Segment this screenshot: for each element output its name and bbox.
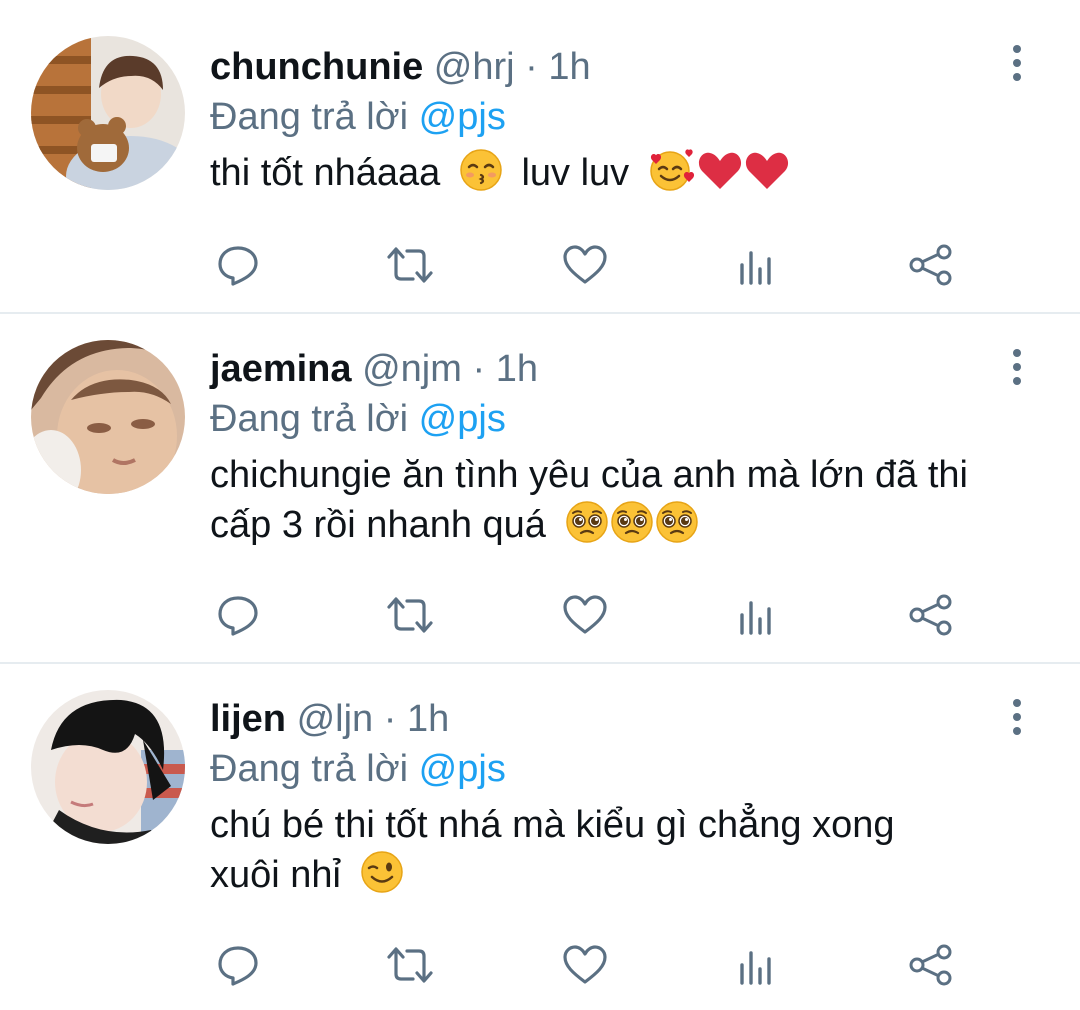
user-handle[interactable]: @ljn xyxy=(297,698,374,740)
pleading-face-emoji xyxy=(610,501,653,543)
tweet-text-line: chichungie ăn tình yêu của anh mà lớn đã… xyxy=(210,454,968,496)
tweet-text-segment: xuôi nhỉ xyxy=(210,854,341,896)
separator-dot: · xyxy=(525,46,538,88)
timestamp[interactable]: 1h xyxy=(407,698,449,740)
more-options-icon[interactable] xyxy=(1002,38,1032,88)
tweet[interactable]: jaemina @njm · 1h Đang trả lời @pjs chic… xyxy=(0,314,1080,662)
tweet-text-segment: cấp 3 rồi nhanh quá xyxy=(210,504,546,546)
tweet-content: lijen @ljn · 1h Đang trả lời @pjs chú bé… xyxy=(210,694,1040,900)
share-icon[interactable] xyxy=(904,240,960,290)
analytics-icon[interactable] xyxy=(728,240,784,290)
more-options-icon[interactable] xyxy=(1002,342,1032,392)
kissing-face-closed-eyes-emoji xyxy=(460,149,502,191)
retweet-icon[interactable] xyxy=(382,590,438,640)
pleading-face-emoji xyxy=(565,501,608,543)
smiling-face-with-hearts-emoji xyxy=(649,149,694,191)
tweet-content: jaemina @njm · 1h Đang trả lời @pjs chic… xyxy=(210,344,1040,550)
tweet-header: chunchunie @hrj · 1h xyxy=(210,42,1040,92)
like-icon[interactable] xyxy=(557,590,613,640)
tweet[interactable]: chunchunie @hrj · 1h Đang trả lời @pjs t… xyxy=(0,0,1080,312)
action-bar xyxy=(210,240,970,290)
user-handle[interactable]: @njm xyxy=(362,348,462,390)
tweet-text-line-wrap: xuôi nhỉ xyxy=(210,850,1040,900)
emoji-group xyxy=(565,500,699,544)
tweet-text: chú bé thi tốt nhá mà kiểu gì chẳng xong… xyxy=(210,800,1040,900)
analytics-icon[interactable] xyxy=(728,590,784,640)
separator-dot: · xyxy=(472,348,486,390)
action-bar xyxy=(210,940,970,990)
emoji-group xyxy=(360,850,404,894)
winking-face-emoji xyxy=(360,851,403,893)
tweet-feed: chunchunie @hrj · 1h Đang trả lời @pjs t… xyxy=(0,0,1080,1010)
share-icon[interactable] xyxy=(904,590,960,640)
reply-mention-link[interactable]: @pjs xyxy=(419,96,506,138)
timestamp[interactable]: 1h xyxy=(496,348,538,390)
reply-icon[interactable] xyxy=(210,590,266,640)
like-icon[interactable] xyxy=(557,940,613,990)
retweet-icon[interactable] xyxy=(382,240,438,290)
more-options-icon[interactable] xyxy=(1002,692,1032,742)
reply-prefix: Đang trả lời xyxy=(210,748,409,790)
emoji-group xyxy=(648,148,790,192)
tweet[interactable]: lijen @ljn · 1h Đang trả lời @pjs chú bé… xyxy=(0,664,1080,1010)
replying-to: Đang trả lời @pjs xyxy=(210,744,1040,794)
reply-icon[interactable] xyxy=(210,940,266,990)
reply-prefix: Đang trả lời xyxy=(210,96,409,138)
reply-mention-link[interactable]: @pjs xyxy=(419,398,506,440)
share-icon[interactable] xyxy=(904,940,960,990)
avatar[interactable] xyxy=(31,340,185,494)
replying-to: Đang trả lời @pjs xyxy=(210,394,1040,444)
replying-to: Đang trả lời @pjs xyxy=(210,92,1040,142)
red-heart-emoji xyxy=(698,152,741,189)
reply-icon[interactable] xyxy=(210,240,266,290)
emoji-group xyxy=(459,148,503,192)
separator-dot: · xyxy=(383,698,397,740)
red-heart-emoji xyxy=(745,152,788,189)
reply-mention-link[interactable]: @pjs xyxy=(419,748,506,790)
like-icon[interactable] xyxy=(557,240,613,290)
tweet-header: jaemina @njm · 1h xyxy=(210,344,1040,394)
tweet-text: thi tốt nháaaa luv luv xyxy=(210,148,1040,198)
retweet-icon[interactable] xyxy=(382,940,438,990)
timestamp[interactable]: 1h xyxy=(548,46,590,88)
analytics-icon[interactable] xyxy=(728,940,784,990)
avatar[interactable] xyxy=(31,690,185,844)
action-bar xyxy=(210,590,970,640)
tweet-text: chichungie ăn tình yêu của anh mà lớn đã… xyxy=(210,450,1040,550)
tweet-header: lijen @ljn · 1h xyxy=(210,694,1040,744)
display-name[interactable]: lijen xyxy=(210,698,286,740)
pleading-face-emoji xyxy=(655,501,698,543)
tweet-text-segment: thi tốt nháaaa xyxy=(210,152,441,194)
display-name[interactable]: chunchunie xyxy=(210,46,423,88)
avatar[interactable] xyxy=(31,36,185,190)
reply-prefix: Đang trả lời xyxy=(210,398,409,440)
user-handle[interactable]: @hrj xyxy=(434,46,515,88)
tweet-content: chunchunie @hrj · 1h Đang trả lời @pjs t… xyxy=(210,42,1040,198)
tweet-text-line: chú bé thi tốt nhá mà kiểu gì chẳng xong xyxy=(210,804,895,846)
display-name[interactable]: jaemina xyxy=(210,348,352,390)
tweet-text-line-wrap: cấp 3 rồi nhanh quá xyxy=(210,500,1040,550)
tweet-text-segment: luv luv xyxy=(521,152,630,194)
